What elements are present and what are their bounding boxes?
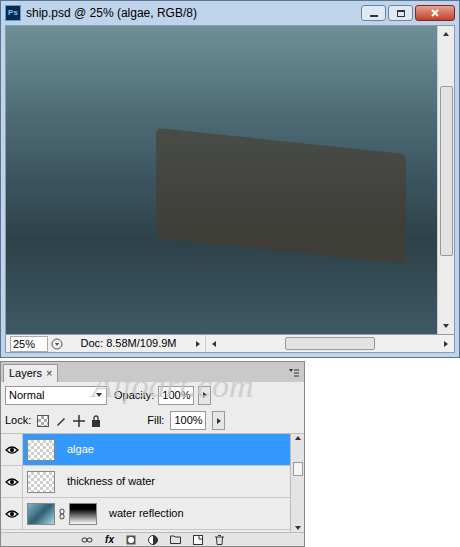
screen: Ps ship.psd @ 25% (algae, RGB/8) 25% Doc: 8… xyxy=(0,0,460,547)
panel-header: Layers× xyxy=(1,362,304,382)
window-title: ship.psd @ 25% (algae, RGB/8) xyxy=(26,4,356,22)
arrow-left-icon[interactable] xyxy=(210,340,218,348)
chain-icon[interactable] xyxy=(59,508,65,520)
layer-name: thickness of water xyxy=(59,473,155,490)
zoom-field[interactable]: 25% xyxy=(10,336,48,352)
arrow-right-icon[interactable] xyxy=(201,391,209,399)
arrow-right-icon[interactable] xyxy=(194,340,202,348)
panel-menu-icon[interactable] xyxy=(288,367,300,379)
arrow-down-icon[interactable] xyxy=(294,524,302,532)
layer-row[interactable]: water reflection xyxy=(1,498,290,530)
layers-panel: Layers×NormalOpacity:100%Lock:Fill:100%a… xyxy=(0,361,305,547)
visibility-cell[interactable] xyxy=(1,434,23,465)
doc-size: Doc: 8.58M/109.9M xyxy=(66,335,191,352)
close-icon[interactable] xyxy=(431,9,439,17)
arrow-up-icon[interactable] xyxy=(442,30,450,38)
layers-tab[interactable]: Layers× xyxy=(3,364,58,382)
vertical-scrollbar[interactable] xyxy=(437,26,454,334)
eye-icon[interactable] xyxy=(5,509,19,519)
lock-all-icon[interactable] xyxy=(91,415,101,427)
folder-icon[interactable] xyxy=(170,535,181,544)
arrow-down-icon[interactable] xyxy=(95,391,103,399)
lock-pixels-icon[interactable] xyxy=(55,415,67,427)
trash-icon[interactable] xyxy=(215,535,224,545)
document-window: Ps ship.psd @ 25% (algae, RGB/8) 25% Doc: 8… xyxy=(0,0,460,358)
eye-icon[interactable] xyxy=(5,477,19,487)
arrow-right-icon[interactable] xyxy=(215,417,223,425)
eye-icon[interactable] xyxy=(5,445,19,455)
arrow-down-icon[interactable] xyxy=(442,322,450,330)
blend-mode-select[interactable]: Normal xyxy=(5,386,107,405)
tab-close[interactable]: × xyxy=(46,368,52,379)
status-bar: 25% Doc: 8.58M/109.9M xyxy=(5,335,455,353)
layer-thumbnail xyxy=(27,503,55,525)
layer-row[interactable]: thickness of water xyxy=(1,466,290,498)
link-icon[interactable] xyxy=(81,536,93,544)
watermark: Alfoart.com xyxy=(92,369,253,403)
photoshop-icon: Ps xyxy=(5,5,21,21)
layer-row[interactable]: algae xyxy=(1,434,290,466)
lock-transparency-icon[interactable] xyxy=(37,415,49,427)
layer-thumbnail xyxy=(27,439,55,461)
visibility-cell[interactable] xyxy=(1,466,23,497)
fill-field[interactable]: 100% xyxy=(170,411,206,430)
restore-button[interactable] xyxy=(388,5,413,21)
fx-button[interactable]: fx xyxy=(105,535,114,545)
status-menu-icon[interactable] xyxy=(51,338,63,350)
horizontal-scrollbar[interactable] xyxy=(205,335,454,352)
fill-slider-button[interactable] xyxy=(212,411,225,430)
layer-name: water reflection xyxy=(101,505,184,522)
close-button[interactable] xyxy=(415,5,455,21)
arrow-right-icon[interactable] xyxy=(442,340,450,348)
panel-footer: fx xyxy=(1,532,304,546)
scroll-thumb[interactable] xyxy=(285,337,375,350)
layer-list: algae thickness of water water reflection xyxy=(1,434,290,532)
scroll-thumb[interactable] xyxy=(440,86,453,256)
mask-icon[interactable] xyxy=(126,535,136,545)
canvas-photo[interactable] xyxy=(6,26,437,334)
mask-thumbnail[interactable] xyxy=(69,503,97,525)
layers-scrollbar[interactable] xyxy=(290,434,304,532)
visibility-cell[interactable] xyxy=(1,498,23,529)
layer-thumbnail xyxy=(27,471,55,493)
arrow-up-icon[interactable] xyxy=(294,434,302,442)
lock-position-icon[interactable] xyxy=(73,415,85,427)
minimize-button[interactable] xyxy=(361,5,386,21)
title-bar[interactable]: Ps ship.psd @ 25% (algae, RGB/8) xyxy=(5,1,455,25)
opacity-field[interactable]: 100% xyxy=(158,386,194,405)
adjustment-icon[interactable] xyxy=(148,535,158,545)
new-layer-icon[interactable] xyxy=(193,535,203,545)
layer-name: algae xyxy=(59,441,94,458)
opacity-slider-button[interactable] xyxy=(198,386,211,405)
